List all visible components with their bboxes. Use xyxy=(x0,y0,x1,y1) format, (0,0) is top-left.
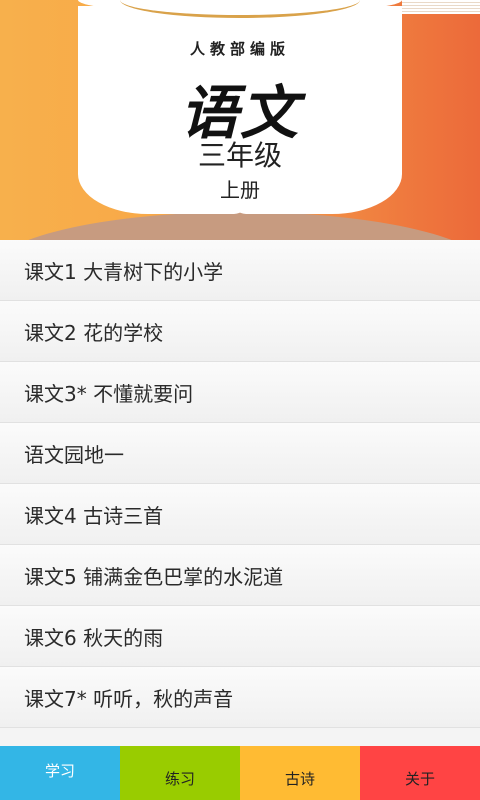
grade-label: 三年级 xyxy=(197,139,282,172)
lesson-item[interactable]: 课文3* 不懂就要问 xyxy=(0,362,480,423)
bottom-tab-bar: 学习 练习 古诗 关于 xyxy=(0,746,480,800)
volume-label: 上册 xyxy=(220,178,260,202)
lesson-item[interactable]: 课文4 古诗三首 xyxy=(0,484,480,545)
tab-about-label: 关于 xyxy=(404,770,435,788)
tab-practice[interactable]: 练习 xyxy=(120,746,240,800)
tab-poetry-label: 古诗 xyxy=(284,770,315,788)
lesson-item[interactable]: 语文园地一 xyxy=(0,423,480,484)
lesson-item[interactable]: 课文2 花的学校 xyxy=(0,301,480,362)
tab-study[interactable]: 学习 xyxy=(0,746,120,800)
book-cover-banner: 人教部编版 语文 三年级 上册 xyxy=(0,0,480,240)
book-page-edges xyxy=(402,0,480,14)
lesson-item[interactable]: 课文7* 听听，秋的声音 xyxy=(0,667,480,728)
tab-poetry[interactable]: 古诗 xyxy=(240,746,360,800)
tab-about[interactable]: 关于 xyxy=(360,746,480,800)
publisher-label: 人教部编版 xyxy=(189,40,290,58)
banner-shadow xyxy=(0,212,480,240)
tab-study-label: 学习 xyxy=(44,762,75,780)
lesson-item[interactable]: 课文1 大青树下的小学 xyxy=(0,240,480,301)
lesson-item[interactable]: 课文6 秋天的雨 xyxy=(0,606,480,667)
lesson-list: 课文1 大青树下的小学 课文2 花的学校 课文3* 不懂就要问 语文园地一 课文… xyxy=(0,240,480,746)
tab-practice-label: 练习 xyxy=(164,770,195,788)
lesson-item[interactable]: 课文5 铺满金色巴掌的水泥道 xyxy=(0,545,480,606)
